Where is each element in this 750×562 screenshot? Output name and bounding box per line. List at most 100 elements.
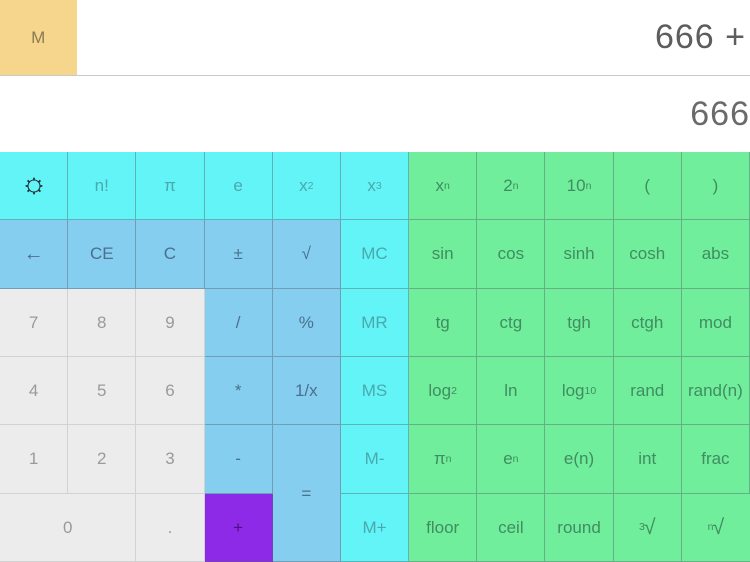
key-digit-6[interactable]: 6 — [136, 357, 205, 426]
key-digit-0[interactable]: 0 — [0, 493, 137, 562]
key-label: cosh — [629, 244, 666, 264]
key-digit-1[interactable]: 1 — [0, 425, 69, 494]
key-add[interactable]: + — [204, 493, 273, 562]
key-label: / — [235, 312, 241, 332]
key-floor[interactable]: floor — [409, 493, 478, 562]
key-memory-store[interactable]: MS — [340, 357, 410, 426]
key-memory-subtract[interactable]: M- — [340, 425, 410, 494]
key-label: 7 — [28, 312, 39, 332]
value-display: 666 — [0, 76, 750, 152]
key-nth-root[interactable]: n √ — [681, 493, 750, 562]
key-label: log — [428, 381, 452, 401]
key-label: √ — [301, 244, 311, 264]
key-label: abs — [701, 244, 730, 264]
key-ten-power-n[interactable]: 10 n — [545, 152, 614, 221]
key-multiply[interactable]: * — [204, 357, 273, 426]
key-cube-root[interactable]: 3 √ — [613, 493, 682, 562]
key-label: ln — [504, 381, 518, 401]
key-tangent[interactable]: tg — [409, 288, 478, 357]
key-label: π — [433, 449, 446, 469]
key-label: ) — [712, 176, 719, 196]
key-plus-minus[interactable]: ± — [204, 220, 273, 289]
key-digit-8[interactable]: 8 — [68, 288, 137, 357]
key-clear[interactable]: C — [136, 220, 205, 289]
key-digit-4[interactable]: 4 — [0, 357, 69, 426]
key-label: M- — [364, 449, 385, 469]
key-digit-9[interactable]: 9 — [136, 288, 205, 357]
key-integer-part[interactable]: int — [613, 425, 682, 494]
key-backspace[interactable]: ← — [0, 220, 69, 289]
key-label: ceil — [498, 517, 524, 537]
display-area: M 666 + 666 — [0, 0, 750, 152]
key-cotangent[interactable]: ctg — [477, 288, 546, 357]
key-cotangent-h[interactable]: ctgh — [613, 288, 682, 357]
key-label: 0 — [62, 517, 73, 537]
key-paren-open[interactable]: ( — [613, 152, 682, 221]
key-paren-close[interactable]: ) — [681, 152, 750, 221]
key-square-root[interactable]: √ — [272, 220, 341, 289]
keypad: n! π e x 2 x 3 x n 2 n 10 n() ← CE C ± √ MC sin cos sinh cosh a… — [0, 152, 750, 562]
key-x-power-n[interactable]: xn — [409, 152, 478, 221]
key-label: - — [235, 449, 241, 469]
key-reciprocal[interactable]: 1/x — [272, 357, 341, 426]
key-x-squared[interactable]: x2 — [272, 152, 341, 221]
key-random[interactable]: rand — [613, 357, 682, 426]
gear-icon — [23, 175, 45, 197]
key-e-of-n[interactable]: e(n) — [545, 425, 614, 494]
key-label: √ — [643, 514, 656, 539]
key-label: x — [435, 176, 444, 196]
key-label: 9 — [165, 312, 175, 332]
key-label: mod — [698, 312, 732, 332]
key-log-base-2[interactable]: log 2 — [409, 357, 478, 426]
key-decimal-point[interactable]: . — [136, 493, 205, 562]
key-round[interactable]: round — [545, 493, 614, 562]
key-label: 1/x — [294, 381, 318, 401]
key-abs[interactable]: abs — [681, 220, 750, 289]
key-label: 8 — [97, 312, 107, 332]
key-tangent-h[interactable]: tgh — [545, 288, 614, 357]
key-log-base-10[interactable]: log 10 — [545, 357, 614, 426]
key-divide[interactable]: / — [204, 288, 273, 357]
key-memory-add[interactable]: M+ — [340, 493, 410, 562]
key-cos[interactable]: cos — [477, 220, 546, 289]
key-random-n[interactable]: rand(n) — [681, 357, 750, 426]
key-digit-3[interactable]: 3 — [136, 425, 205, 494]
key-digit-2[interactable]: 2 — [68, 425, 137, 494]
key-percent[interactable]: % — [272, 288, 341, 357]
key-subtract[interactable]: - — [204, 425, 273, 494]
key-label: ( — [644, 176, 651, 196]
key-settings[interactable] — [0, 152, 69, 221]
key-label: 5 — [97, 381, 107, 401]
key-pi[interactable]: π — [136, 152, 205, 221]
expression-row: M 666 + — [0, 0, 750, 76]
key-pi-power-n[interactable]: πn — [409, 425, 478, 494]
key-cosh[interactable]: cosh — [613, 220, 682, 289]
key-modulo[interactable]: mod — [681, 288, 750, 357]
key-memory-recall[interactable]: MR — [340, 288, 410, 357]
key-e-power-n[interactable]: en — [477, 425, 546, 494]
key-clear-entry[interactable]: CE — [68, 220, 137, 289]
key-label: sinh — [563, 244, 595, 264]
key-label: floor — [426, 517, 460, 537]
key-x-cubed[interactable]: x3 — [340, 152, 410, 221]
key-label: 1 — [28, 449, 39, 469]
key-label: ← — [23, 242, 44, 265]
key-label: 10 — [566, 176, 586, 196]
key-fractional-part[interactable]: frac — [681, 425, 750, 494]
key-euler-e[interactable]: e — [204, 152, 273, 221]
key-label: * — [234, 381, 242, 401]
key-natural-log[interactable]: ln — [477, 357, 546, 426]
key-digit-5[interactable]: 5 — [68, 357, 137, 426]
key-sinh[interactable]: sinh — [545, 220, 614, 289]
key-equals[interactable]: = — [272, 425, 341, 562]
key-label: x — [299, 176, 308, 196]
key-memory-clear[interactable]: MC — [340, 220, 410, 289]
key-ceil[interactable]: ceil — [477, 493, 546, 562]
key-label: ± — [233, 244, 243, 264]
key-digit-7[interactable]: 7 — [0, 288, 69, 357]
key-two-power-n[interactable]: 2n — [477, 152, 546, 221]
key-factorial[interactable]: n! — [68, 152, 137, 221]
key-label: MS — [361, 381, 388, 401]
expression-display: 666 + — [654, 18, 746, 56]
key-sin[interactable]: sin — [409, 220, 478, 289]
